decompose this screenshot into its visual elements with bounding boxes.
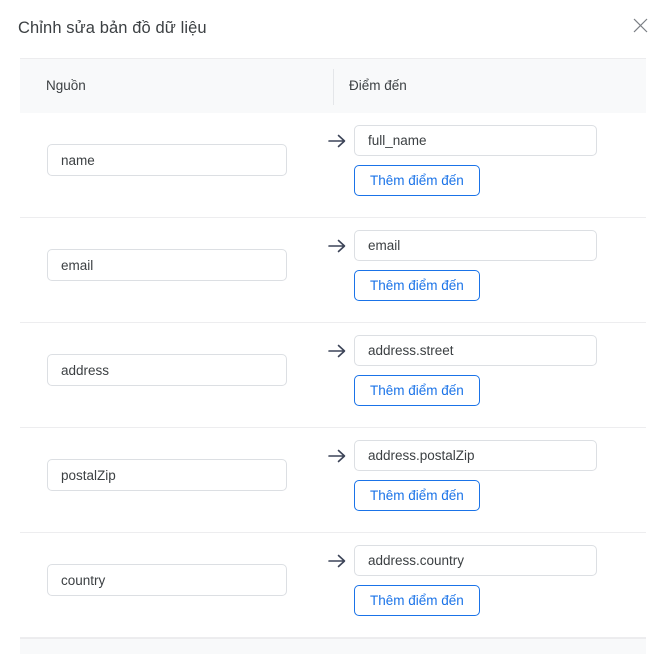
target-field-input[interactable] [354, 335, 597, 366]
add-target-button[interactable]: Thêm điểm đến [354, 585, 480, 616]
arrow-right-icon [327, 552, 348, 570]
target-input-row [327, 125, 597, 156]
target-cell: Thêm điểm đến [327, 335, 597, 406]
arrow-right-icon [327, 447, 348, 465]
target-cell: Thêm điểm đến [327, 125, 597, 196]
source-field-input[interactable] [47, 564, 287, 596]
column-header-target: Điểm đến [349, 78, 407, 93]
target-field-input[interactable] [354, 230, 597, 261]
table-header-row: Nguồn Điểm đến [20, 58, 646, 113]
target-cell: Thêm điểm đến [327, 230, 597, 301]
source-field-input[interactable] [47, 354, 287, 386]
source-field-input[interactable] [47, 249, 287, 281]
table-row: Thêm điểm đến [20, 218, 646, 323]
add-target-button[interactable]: Thêm điểm đến [354, 165, 480, 196]
target-field-input[interactable] [354, 545, 597, 576]
source-field-input[interactable] [47, 459, 287, 491]
dialog-header: Chỉnh sửa bản đồ dữ liệu [0, 0, 666, 58]
add-target-button[interactable]: Thêm điểm đến [354, 270, 480, 301]
target-input-row [327, 230, 597, 261]
column-header-source: Nguồn [46, 78, 86, 93]
target-field-input[interactable] [354, 440, 597, 471]
source-cell [47, 564, 287, 596]
source-cell [47, 354, 287, 386]
target-input-row [327, 440, 597, 471]
arrow-right-icon [327, 237, 348, 255]
target-cell: Thêm điểm đến [327, 545, 597, 616]
target-cell: Thêm điểm đến [327, 440, 597, 511]
target-input-row [327, 545, 597, 576]
table-row: Thêm điểm đến [20, 428, 646, 533]
table-row: Thêm điểm đến [20, 533, 646, 638]
arrow-right-icon [327, 132, 348, 150]
page-title: Chỉnh sửa bản đồ dữ liệu [18, 19, 207, 37]
source-cell [47, 249, 287, 281]
mapping-rows: Thêm điểm đến Thêm điểm đến [20, 113, 646, 638]
source-field-input[interactable] [47, 144, 287, 176]
source-cell [47, 459, 287, 491]
source-cell [47, 144, 287, 176]
data-mapping-table: Nguồn Điểm đến Thêm điểm đến [20, 58, 646, 654]
target-input-row [327, 335, 597, 366]
arrow-right-icon [327, 342, 348, 360]
target-field-input[interactable] [354, 125, 597, 156]
table-row: Thêm điểm đến [20, 323, 646, 428]
close-icon[interactable] [627, 12, 653, 38]
header-column-divider [333, 69, 334, 105]
table-row: Thêm điểm đến [20, 113, 646, 218]
add-target-button[interactable]: Thêm điểm đến [354, 375, 480, 406]
add-target-button[interactable]: Thêm điểm đến [354, 480, 480, 511]
